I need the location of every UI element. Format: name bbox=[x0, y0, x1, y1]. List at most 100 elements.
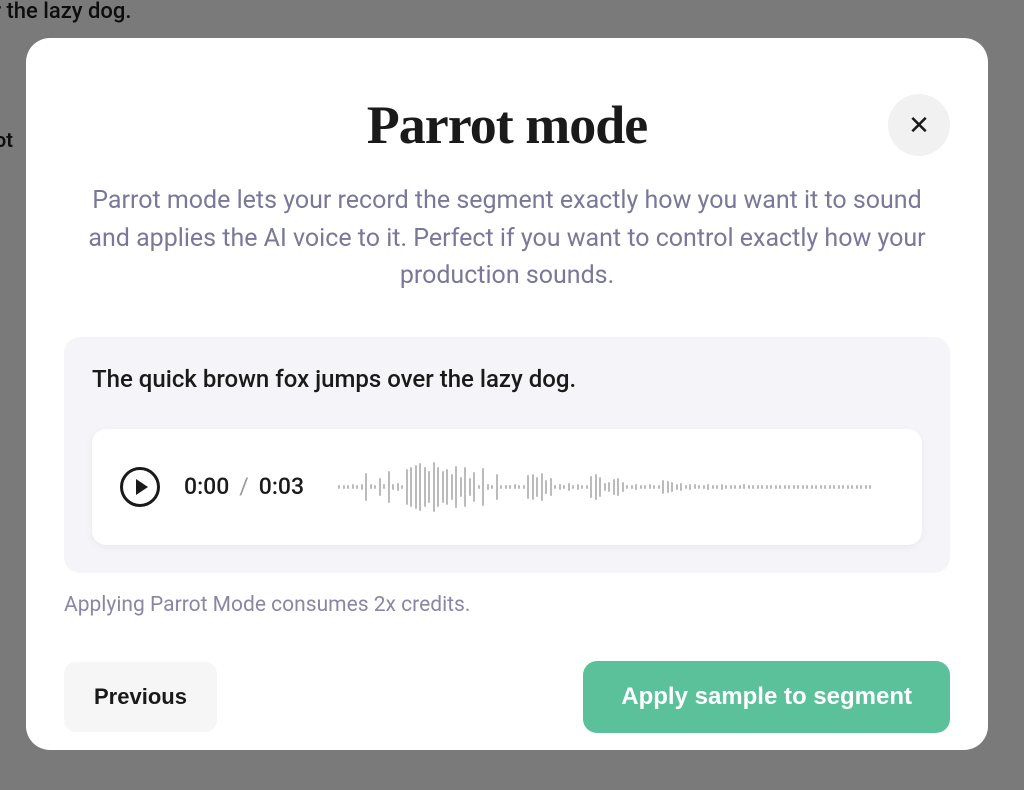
waveform-bar bbox=[680, 483, 682, 491]
waveform-bar bbox=[536, 477, 538, 497]
waveform-bar bbox=[856, 485, 858, 489]
waveform-bar bbox=[397, 483, 399, 491]
waveform-bar bbox=[509, 485, 511, 489]
waveform-bar bbox=[797, 485, 799, 489]
waveform-bar bbox=[496, 474, 498, 500]
waveform-bar bbox=[640, 485, 642, 489]
parrot-mode-modal: ✕ Parrot mode Parrot mode lets your reco… bbox=[26, 38, 988, 750]
waveform-bar bbox=[676, 484, 678, 490]
waveform-bar bbox=[352, 484, 354, 489]
waveform-bar bbox=[644, 485, 646, 489]
waveform-bar bbox=[820, 485, 822, 489]
waveform-bar bbox=[743, 484, 745, 489]
waveform-bar bbox=[721, 484, 723, 490]
current-time: 0:00 bbox=[184, 473, 229, 500]
waveform-bar bbox=[698, 485, 700, 489]
waveform-bar bbox=[847, 485, 849, 489]
waveform-bar bbox=[770, 485, 772, 489]
waveform-bar bbox=[577, 484, 579, 490]
waveform-bar bbox=[793, 485, 795, 489]
waveform-bar bbox=[761, 485, 763, 489]
waveform-bar bbox=[374, 485, 376, 489]
waveform-bar bbox=[851, 485, 853, 489]
waveform-bar bbox=[361, 484, 363, 490]
waveform-bar bbox=[689, 484, 691, 490]
waveform-bar bbox=[478, 485, 480, 489]
waveform-bar bbox=[712, 485, 714, 489]
waveform-bar bbox=[365, 473, 367, 501]
previous-button[interactable]: Previous bbox=[64, 662, 217, 732]
waveform-bar bbox=[559, 484, 561, 490]
waveform-bar bbox=[487, 484, 489, 490]
waveform-bar bbox=[586, 485, 588, 489]
waveform-bar bbox=[550, 478, 552, 496]
waveform-bar bbox=[766, 485, 768, 489]
waveform-bar bbox=[392, 484, 394, 490]
waveform-bar bbox=[617, 478, 619, 496]
waveform-bar bbox=[460, 477, 462, 497]
waveform-bar bbox=[370, 484, 372, 489]
waveform-bar bbox=[748, 485, 750, 489]
waveform-bar bbox=[694, 484, 696, 489]
waveform-bar bbox=[590, 476, 592, 498]
waveform-bar bbox=[356, 485, 358, 489]
waveform-bar bbox=[788, 485, 790, 489]
waveform[interactable] bbox=[328, 459, 894, 515]
waveform-bar bbox=[491, 485, 493, 489]
apply-sample-button[interactable]: Apply sample to segment bbox=[583, 661, 950, 733]
waveform-bar bbox=[469, 478, 471, 496]
waveform-bar bbox=[802, 485, 804, 489]
waveform-bar bbox=[608, 482, 610, 492]
waveform-bar bbox=[667, 481, 669, 493]
waveform-bar bbox=[869, 485, 871, 489]
waveform-bar bbox=[500, 485, 502, 489]
waveform-bar bbox=[383, 484, 385, 489]
waveform-bar bbox=[860, 485, 862, 489]
waveform-bar bbox=[505, 485, 507, 489]
waveform-bar bbox=[563, 485, 565, 489]
credits-note: Applying Parrot Mode consumes 2x credits… bbox=[64, 593, 950, 617]
waveform-bar bbox=[739, 485, 741, 489]
time-display: 0:00 / 0:03 bbox=[184, 473, 304, 500]
waveform-bar bbox=[779, 485, 781, 489]
modal-footer: Previous Apply sample to segment bbox=[64, 661, 950, 733]
waveform-bar bbox=[581, 485, 583, 489]
waveform-bar bbox=[653, 485, 655, 489]
waveform-bar bbox=[658, 485, 660, 489]
waveform-bar bbox=[437, 467, 439, 507]
waveform-bar bbox=[527, 475, 529, 499]
waveform-bar bbox=[406, 469, 408, 505]
waveform-bar bbox=[613, 479, 615, 495]
waveform-bar bbox=[379, 478, 381, 496]
waveform-bar bbox=[703, 485, 705, 489]
waveform-bar bbox=[752, 485, 754, 489]
waveform-bar bbox=[838, 485, 840, 489]
waveform-bar bbox=[523, 485, 525, 489]
waveform-bar bbox=[833, 485, 835, 489]
waveform-bar bbox=[829, 485, 831, 489]
waveform-bar bbox=[725, 485, 727, 489]
waveform-bar bbox=[388, 471, 390, 503]
waveform-bar bbox=[347, 485, 349, 489]
waveform-bar bbox=[338, 485, 340, 489]
modal-description: Parrot mode lets your record the segment… bbox=[26, 182, 988, 295]
waveform-bar bbox=[775, 485, 777, 489]
total-time: 0:03 bbox=[259, 473, 304, 500]
waveform-bar bbox=[626, 485, 628, 489]
waveform-bar bbox=[419, 463, 421, 511]
waveform-bar bbox=[473, 472, 475, 502]
play-button[interactable] bbox=[120, 467, 160, 507]
close-button[interactable]: ✕ bbox=[888, 94, 950, 156]
modal-title: Parrot mode bbox=[26, 94, 988, 156]
time-separator: / bbox=[239, 473, 249, 500]
waveform-bar bbox=[815, 485, 817, 489]
sample-card: The quick brown fox jumps over the lazy … bbox=[64, 337, 950, 573]
waveform-bar bbox=[482, 468, 484, 506]
waveform-bar bbox=[455, 466, 457, 508]
waveform-bar bbox=[545, 480, 547, 494]
waveform-bar bbox=[806, 485, 808, 489]
waveform-bar bbox=[433, 462, 435, 512]
waveform-bar bbox=[757, 485, 759, 489]
waveform-bar bbox=[424, 467, 426, 507]
waveform-bar bbox=[554, 485, 556, 489]
